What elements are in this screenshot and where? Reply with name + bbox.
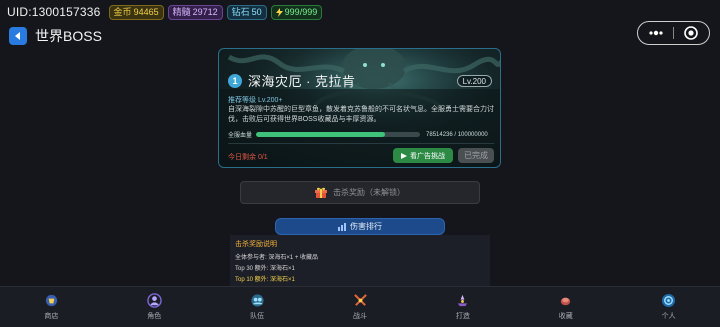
energy-value: 999/999 xyxy=(284,6,318,17)
nav-label: 个人 xyxy=(661,313,676,320)
completed-button[interactable]: 已完成 xyxy=(458,148,494,163)
essence-chip[interactable]: 精髓 29712 xyxy=(167,4,223,20)
character-icon xyxy=(147,293,162,308)
forge-icon xyxy=(458,294,468,307)
play-icon xyxy=(401,152,407,159)
kill-reward-label: 击杀奖励（未解锁） xyxy=(333,188,405,197)
nav-label: 角色 xyxy=(147,313,162,320)
energy-chip[interactable]: 999/999 xyxy=(270,4,323,20)
boss-hp-row: 全服血量 78514236 / 100000000 xyxy=(228,130,495,140)
shop-icon xyxy=(45,294,58,307)
recommended-level: 推荐等级 Lv.200+ xyxy=(228,97,283,104)
more-dots-icon xyxy=(648,30,663,36)
target-icon xyxy=(684,26,699,40)
boss-level-badge: Lv.200 xyxy=(456,75,492,87)
gift-icon xyxy=(315,187,327,198)
rule-line: Top 30 额外: 深海石×1 xyxy=(235,266,295,272)
rules-title: 击杀奖励说明 xyxy=(235,241,277,248)
boss-card: 1 深海灾厄 · 克拉肯 Lv.200 推荐等级 Lv.200+ 自深海裂隙中苏… xyxy=(218,48,501,168)
nav-item-battle[interactable]: 战斗 xyxy=(309,287,412,327)
diamond-label: 钻石 xyxy=(231,6,250,17)
nav-item-forge[interactable]: 打造 xyxy=(411,287,514,327)
nav-label: 战斗 xyxy=(353,313,367,320)
status-bar: UID:1300157336 金币 94465 精髓 29712 钻石 50 9… xyxy=(0,0,720,24)
nav-label: 商店 xyxy=(44,313,59,320)
hp-bar-fill xyxy=(256,132,385,137)
hp-label: 全服血量 xyxy=(228,133,253,139)
diamond-chip[interactable]: 钻石 50 xyxy=(226,4,267,20)
reward-rules-panel: 击杀奖励说明 全体参与者: 深海石×1 + 收藏品 Top 30 额外: 深海石… xyxy=(230,235,490,287)
essence-label: 精髓 xyxy=(172,6,191,17)
boss-index-badge: 1 xyxy=(228,73,242,88)
gold-label: 金币 xyxy=(113,6,132,17)
nav-item-shop[interactable]: 商店 xyxy=(0,287,103,327)
close-miniprogram-button[interactable] xyxy=(674,22,709,44)
back-arrow-icon xyxy=(15,32,20,40)
nav-label: 队伍 xyxy=(250,313,265,320)
essence-value: 29712 xyxy=(192,6,218,17)
nav-item-profile[interactable]: 个人 xyxy=(617,287,720,327)
page-title: 世界BOSS xyxy=(35,28,102,44)
nav-label: 打造 xyxy=(455,313,470,320)
card-divider xyxy=(228,143,494,144)
hp-bar xyxy=(256,132,421,137)
kill-reward-button[interactable]: 击杀奖励（未解锁） xyxy=(240,181,480,204)
mini-program-capsule xyxy=(637,21,710,45)
chart-icon xyxy=(338,222,346,231)
lightning-icon xyxy=(275,7,283,17)
gold-value: 94465 xyxy=(133,6,159,17)
boss-description: 自深海裂隙中苏醒的巨型章鱼，散发着克苏鲁般的不可名状气息。全服勇士需要合力讨伐，… xyxy=(228,106,494,123)
more-button[interactable] xyxy=(638,22,673,44)
remaining-attempts: 今日剩余 0/1 xyxy=(228,154,268,161)
user-id: UID:1300157336 xyxy=(7,5,101,19)
rule-line: Top 10 额外: 深海石×1 xyxy=(235,277,295,283)
back-button[interactable] xyxy=(9,27,27,45)
damage-ranking-label: 伤害排行 xyxy=(350,222,382,231)
damage-ranking-button[interactable]: 伤害排行 xyxy=(275,218,445,235)
nav-item-character[interactable]: 角色 xyxy=(103,287,206,327)
nav-item-team[interactable]: 队伍 xyxy=(206,287,309,327)
boss-title-row: 1 深海灾厄 · 克拉肯 xyxy=(228,71,356,90)
hp-value: 78514236 / 100000000 xyxy=(426,131,488,138)
diamond-value: 50 xyxy=(251,6,262,17)
watch-ad-challenge-button[interactable]: 看广告挑战 xyxy=(393,148,453,163)
nav-item-collection[interactable]: 收藏 xyxy=(514,287,617,327)
collection-icon xyxy=(561,297,571,306)
header: 世界BOSS xyxy=(9,26,102,46)
rule-line: 全体参与者: 深海石×1 + 收藏品 xyxy=(235,255,319,261)
nav-label: 收藏 xyxy=(558,313,573,320)
boss-name: 深海灾厄 · 克拉肯 xyxy=(248,74,356,89)
gold-chip[interactable]: 金币 94465 xyxy=(108,4,164,20)
bottom-nav: 商店 角色 队伍 战斗 打造 收藏 个人 xyxy=(0,286,720,327)
team-icon xyxy=(251,294,264,307)
watch-ad-label: 看广告挑战 xyxy=(410,152,445,160)
battle-icon xyxy=(353,294,367,306)
profile-icon xyxy=(662,293,676,308)
